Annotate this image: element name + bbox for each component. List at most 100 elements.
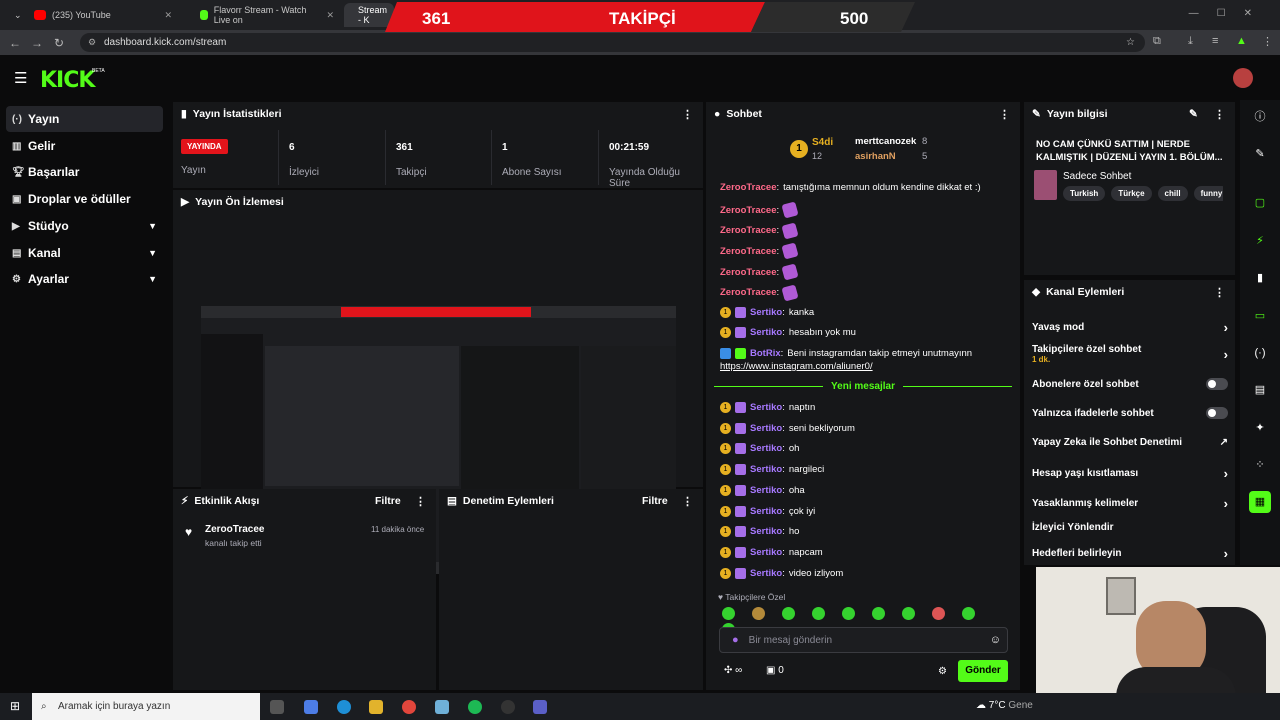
channel-action-item[interactable]: Yavaş mod › xyxy=(1032,320,1228,335)
tab-search-button[interactable]: ⌄ xyxy=(6,3,22,27)
chat-username[interactable]: BotRix xyxy=(750,348,781,359)
chat-username[interactable]: Sertiko xyxy=(750,506,782,517)
chat-link[interactable]: https://www.instagram.com/aliuner0/ xyxy=(720,361,873,372)
sidebar-item-kanal[interactable]: ▤ Kanal ▼ xyxy=(6,240,163,266)
clapper-icon[interactable]: ▦ xyxy=(1249,491,1271,513)
chat-username[interactable]: ZerooTracee xyxy=(720,182,777,193)
hamburger-icon[interactable]: ☰ xyxy=(14,69,27,87)
channel-action-item[interactable]: Hesap yaşı kısıtlaması › xyxy=(1032,466,1228,481)
forward-icon[interactable]: → xyxy=(26,36,48,50)
chat-input[interactable]: ● Bir mesaj gönderin ☺ xyxy=(719,627,1008,653)
tag[interactable]: funny xyxy=(1193,186,1223,201)
menu-list-icon[interactable]: ≡ xyxy=(1212,35,1218,47)
tab-flavorr[interactable]: Flavorr Stream - Watch Live on ✕ xyxy=(192,3,342,27)
edit-icon[interactable]: ✎ xyxy=(1189,108,1198,120)
sidebar-item-ayarlar[interactable]: ⚙ Ayarlar ▼ xyxy=(6,266,163,292)
leader-third-name[interactable]: asirhanN xyxy=(855,151,896,162)
emote-icon[interactable] xyxy=(962,607,975,620)
profile-icon[interactable]: ▲ xyxy=(1236,35,1247,47)
chat-username[interactable]: ZerooTracee xyxy=(720,246,777,257)
toggle-switch[interactable] xyxy=(1206,407,1228,419)
teams-icon[interactable] xyxy=(533,700,547,714)
avatar[interactable] xyxy=(1233,68,1253,88)
nodes-icon[interactable]: ⁘ xyxy=(1249,454,1271,476)
sidebar-item-basarilar[interactable]: 🏆︎ Başarılar xyxy=(6,159,163,185)
emote-icon[interactable] xyxy=(932,607,945,620)
layout-icon[interactable]: ▤ xyxy=(1249,379,1271,401)
emote-icon[interactable] xyxy=(722,607,735,620)
window-controls[interactable]: —☐✕ xyxy=(1189,8,1270,19)
channel-action-item[interactable]: Abonelere özel sohbet xyxy=(1032,378,1228,390)
focus-icon[interactable]: ▢ xyxy=(1249,192,1271,214)
more-options-icon[interactable]: ⋮ xyxy=(682,495,693,508)
extensions-icon[interactable]: ⧉ xyxy=(1153,35,1161,48)
info-icon[interactable]: ⓘ xyxy=(1249,106,1271,128)
more-options-icon[interactable]: ⋮ xyxy=(1214,286,1225,299)
document-icon[interactable]: ▮ xyxy=(1249,267,1271,289)
edge-icon[interactable] xyxy=(337,700,351,714)
reload-icon[interactable]: ↻ xyxy=(48,36,70,50)
tab-youtube[interactable]: (235) YouTube ✕ xyxy=(26,3,180,27)
emote-icon[interactable] xyxy=(902,607,915,620)
chrome-icon[interactable] xyxy=(402,700,416,714)
emote-icon[interactable] xyxy=(752,607,765,620)
emote-icon[interactable] xyxy=(872,607,885,620)
more-options-icon[interactable]: ⋮ xyxy=(415,495,426,508)
emote-icon[interactable] xyxy=(812,607,825,620)
chat-username[interactable]: ZerooTracee xyxy=(720,205,777,216)
category-name[interactable]: Sadece Sohbet xyxy=(1063,171,1131,182)
back-icon[interactable]: ← xyxy=(4,36,26,50)
leader-second-name[interactable]: merttcanozek xyxy=(855,136,916,147)
obs-icon[interactable] xyxy=(501,700,515,714)
more-options-icon[interactable]: ⋮ xyxy=(682,108,693,121)
kick-logo[interactable]: KICK xyxy=(40,68,95,93)
download-icon[interactable]: ⤓ xyxy=(1188,35,1193,48)
emoji-icon[interactable]: ☺ xyxy=(990,634,1001,646)
points-display[interactable]: ✣ ∞ xyxy=(724,665,742,676)
weather-widget[interactable]: ☁ 7°C Gene xyxy=(976,700,1033,711)
channel-action-item[interactable]: Hedefleri belirleyin › xyxy=(1032,546,1228,561)
tag[interactable]: Turkish xyxy=(1063,186,1106,201)
emote-icon[interactable] xyxy=(842,607,855,620)
emote-icon[interactable] xyxy=(782,607,795,620)
more-options-icon[interactable]: ⋮ xyxy=(999,108,1010,121)
chat-username[interactable]: Sertiko xyxy=(750,568,782,579)
chat-username[interactable]: Sertiko xyxy=(750,443,782,454)
taskbar-search[interactable]: ⌕ Aramak için buraya yazın xyxy=(32,693,260,720)
copilot-icon[interactable] xyxy=(304,700,318,714)
sidebar-item-gelir[interactable]: ▥ Gelir xyxy=(6,133,163,159)
gift-display[interactable]: ▣ 0 xyxy=(766,665,784,676)
site-info-icon[interactable]: ⚙ xyxy=(88,37,96,48)
more-options-icon[interactable]: ⋮ xyxy=(1214,108,1225,121)
filter-button[interactable]: Filtre xyxy=(375,495,401,507)
star-icon[interactable]: ☆ xyxy=(1126,37,1135,48)
microphone-icon[interactable]: ● xyxy=(732,634,739,646)
tag[interactable]: chill xyxy=(1157,186,1188,201)
app-icon[interactable] xyxy=(435,700,449,714)
chat-username[interactable]: Sertiko xyxy=(750,464,782,475)
chat-username[interactable]: Sertiko xyxy=(750,402,782,413)
more-icon[interactable]: ⋮ xyxy=(1262,35,1273,48)
chat-settings-icon[interactable]: ⚙ xyxy=(938,666,947,677)
emote-bar[interactable] xyxy=(722,607,1012,636)
broadcast-icon[interactable]: (·) xyxy=(1249,342,1271,364)
channel-action-item[interactable]: İzleyici Yönlendir xyxy=(1032,522,1228,533)
tag[interactable]: Türkçe xyxy=(1111,186,1152,201)
chat-username[interactable]: ZerooTracee xyxy=(720,287,777,298)
chat-username[interactable]: ZerooTracee xyxy=(720,225,777,236)
chat-username[interactable]: Sertiko xyxy=(750,307,782,318)
explorer-icon[interactable] xyxy=(369,700,383,714)
lightning-icon[interactable]: ⚡︎ xyxy=(1249,230,1271,252)
chat-username[interactable]: Sertiko xyxy=(750,526,782,537)
close-icon[interactable]: ✕ xyxy=(164,10,172,21)
sidebar-item-studyo[interactable]: ▶ Stüdyo ▼ xyxy=(6,213,163,239)
spotify-icon[interactable] xyxy=(468,700,482,714)
channel-action-item[interactable]: Takipçilere özel sohbet 1 dk. › xyxy=(1032,344,1228,364)
chat-icon[interactable]: ▭ xyxy=(1249,305,1271,327)
channel-action-item[interactable]: Yapay Zeka ile Sohbet Denetimi ↗ xyxy=(1032,437,1228,448)
leader-top-name[interactable]: S4di xyxy=(812,137,833,148)
chat-username[interactable]: Sertiko xyxy=(750,547,782,558)
task-view-icon[interactable] xyxy=(270,700,284,714)
chat-username[interactable]: ZerooTracee xyxy=(720,267,777,278)
chat-username[interactable]: Sertiko xyxy=(750,327,782,338)
